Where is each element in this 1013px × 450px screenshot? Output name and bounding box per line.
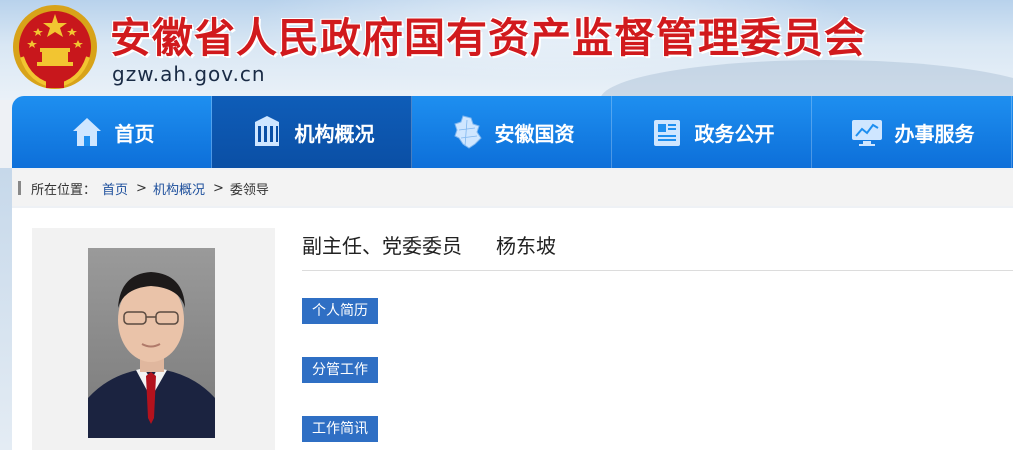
breadcrumb-marker	[18, 181, 21, 195]
person-position: 副主任、党委委员	[302, 234, 462, 258]
nav-item-services[interactable]: 办事服务	[812, 96, 1012, 168]
national-emblem-icon[interactable]	[10, 2, 100, 92]
chart-monitor-icon	[851, 120, 882, 146]
breadcrumb: 所在位置： 首页 > 机构概况 > 委领导	[12, 170, 1013, 206]
breadcrumb-current: 委领导	[229, 182, 269, 198]
person-header: 副主任、党委委员 杨东坡	[302, 230, 556, 259]
breadcrumb-prefix: 所在位置：	[31, 182, 97, 198]
nav-item-home[interactable]: 首页	[12, 96, 212, 168]
breadcrumb-link-home[interactable]: 首页	[102, 179, 128, 198]
nav-label-services: 办事服务	[894, 121, 975, 146]
building-icon	[254, 116, 279, 146]
tab-resume[interactable]: 个人简历	[302, 298, 378, 324]
breadcrumb-separator: >	[212, 180, 224, 196]
nav-item-org-overview[interactable]: 机构概况	[212, 96, 412, 168]
portrait-frame	[32, 228, 275, 450]
nav-label-home: 首页	[114, 121, 155, 146]
header-banner: 安徽省人民政府国有资产监督管理委员会 gzw.ah.gov.cn	[0, 0, 1013, 100]
home-icon	[72, 118, 101, 146]
site-domain: gzw.ah.gov.cn	[112, 62, 266, 86]
person-name: 杨东坡	[496, 234, 556, 258]
portrait-photo	[88, 248, 215, 438]
news-icon	[653, 120, 680, 146]
breadcrumb-link-org-overview[interactable]: 机构概况	[153, 179, 205, 198]
site-title: 安徽省人民政府国有资产监督管理委员会	[110, 14, 866, 62]
anhui-map-icon	[453, 115, 482, 149]
left-decor-strip	[0, 168, 12, 450]
tab-responsibilities[interactable]: 分管工作	[302, 357, 378, 383]
header-divider	[302, 270, 1013, 271]
nav-label-org-overview: 机构概况	[294, 121, 375, 146]
tab-work-news[interactable]: 工作简讯	[302, 416, 378, 442]
nav-label-gov-affairs: 政务公开	[694, 121, 775, 146]
nav-item-gov-affairs[interactable]: 政务公开	[612, 96, 812, 168]
nav-label-anhui-assets: 安徽国资	[494, 121, 575, 146]
profile-content: 副主任、党委委员 杨东坡 个人简历 分管工作 工作简讯	[12, 208, 1013, 450]
nav-item-anhui-assets[interactable]: 安徽国资	[412, 96, 612, 168]
main-nav: 首页 机构概况 安徽国资 政务公开 办事服务	[12, 96, 1013, 168]
breadcrumb-separator: >	[136, 180, 147, 196]
